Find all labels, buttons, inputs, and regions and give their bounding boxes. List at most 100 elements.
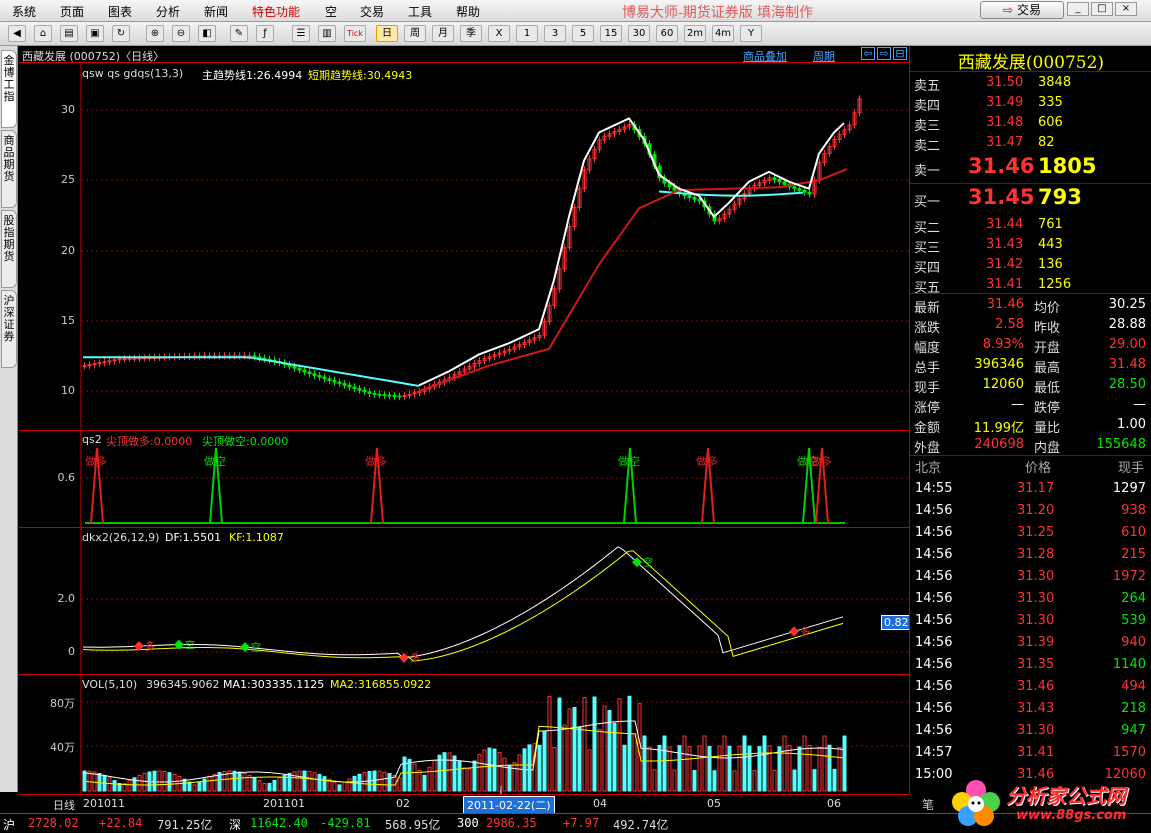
bid-row[interactable]: 买一 31.45 793 bbox=[910, 185, 1151, 213]
dkx2-signal-label: 空 bbox=[643, 556, 653, 569]
sh-label: 沪 bbox=[3, 818, 16, 832]
sz-amount: 568.95亿 bbox=[385, 818, 441, 832]
tick-price: 31.43 bbox=[1017, 701, 1055, 716]
period-2m-button[interactable]: 2m bbox=[684, 25, 706, 42]
bid-row[interactable]: 买三 31.43 443 bbox=[910, 235, 1151, 256]
period-30min-button[interactable]: 30 bbox=[628, 25, 650, 42]
list-icon[interactable]: ☰ bbox=[292, 25, 310, 42]
volume-bar bbox=[587, 749, 592, 792]
sidebar-tab-jinbo[interactable]: 金博工指 bbox=[1, 50, 17, 128]
menu-news[interactable]: 新闻 bbox=[204, 3, 228, 20]
sidebar-tab-sh-sz[interactable]: 沪深证券 bbox=[1, 290, 17, 368]
stat-value: 240698 bbox=[974, 437, 1024, 452]
maximize-button[interactable]: □ bbox=[1091, 2, 1113, 16]
sz-change: -429.81 bbox=[320, 816, 371, 830]
tick-time: 14:56 bbox=[915, 701, 953, 716]
stat-row: 幅度 8.93% 开盘 29.00 bbox=[910, 335, 1151, 356]
home-icon[interactable]: ⌂ bbox=[34, 25, 52, 42]
volume-bar bbox=[597, 728, 602, 792]
refresh-icon[interactable]: ↻ bbox=[112, 25, 130, 42]
ask-row[interactable]: 卖五 31.50 3848 bbox=[910, 73, 1151, 94]
trade-button[interactable]: ⇨ 交易 bbox=[980, 1, 1064, 19]
volume-bar bbox=[252, 777, 257, 792]
chart-icon[interactable]: ▤ bbox=[60, 25, 78, 42]
stat-value: — bbox=[1133, 397, 1146, 412]
window-icon[interactable]: ◧ bbox=[198, 25, 216, 42]
bid-row[interactable]: 买五 31.41 1256 bbox=[910, 275, 1151, 296]
candle-body bbox=[97, 362, 102, 365]
period-4m-button[interactable]: 4m bbox=[712, 25, 734, 42]
quote-stock-name: 西藏发展(000752) bbox=[957, 53, 1105, 73]
ask-row[interactable]: 卖四 31.49 335 bbox=[910, 93, 1151, 114]
ask-price: 31.49 bbox=[986, 95, 1024, 110]
volume-bar bbox=[617, 698, 622, 792]
menu-page[interactable]: 页面 bbox=[60, 3, 84, 20]
volume-bar bbox=[817, 746, 822, 792]
stat-label: 最低 bbox=[1034, 381, 1061, 396]
bid-row[interactable]: 买四 31.42 136 bbox=[910, 255, 1151, 276]
ask-label: 卖一 bbox=[914, 164, 941, 179]
candle-body bbox=[352, 386, 357, 390]
period-week-button[interactable]: 周 bbox=[404, 25, 426, 42]
tick-row: 14:55 31.17 1297 bbox=[910, 479, 1151, 499]
period-1min-button[interactable]: 1 bbox=[516, 25, 538, 42]
kline-chart-area[interactable]: 西藏发展 (000752)〈日线〉 商品叠加 周期 ⇦ ⇨ ⊟ qsw qs g… bbox=[19, 46, 912, 794]
formula-icon[interactable]: ƒ bbox=[256, 25, 274, 42]
zoom-out-icon[interactable]: ⊖ bbox=[172, 25, 190, 42]
menu-special-features[interactable]: 特色功能 bbox=[252, 3, 300, 20]
menu-help[interactable]: 帮助 bbox=[456, 3, 480, 20]
menu-bar: 系统 页面 图表 分析 新闻 特色功能 空 交易 工具 帮助 博易大师-期货证券… bbox=[0, 0, 1151, 22]
sidebar-tab-commodity[interactable]: 商品期货 bbox=[1, 130, 17, 208]
ask-row[interactable]: 卖二 31.47 82 bbox=[910, 133, 1151, 154]
period-quarter-button[interactable]: 季 bbox=[460, 25, 482, 42]
period-x-button[interactable]: X bbox=[488, 25, 510, 42]
close-button[interactable]: × bbox=[1115, 2, 1137, 16]
menu-trade[interactable]: 交易 bbox=[360, 3, 384, 20]
volume-bar bbox=[357, 773, 362, 792]
period-60min-button[interactable]: 60 bbox=[656, 25, 678, 42]
dkx2-signal-diamond bbox=[789, 626, 799, 637]
volume-bar bbox=[127, 779, 132, 792]
tick-button[interactable]: Tick bbox=[344, 25, 366, 42]
period-month-button[interactable]: 月 bbox=[432, 25, 454, 42]
volume-bar bbox=[837, 746, 842, 792]
ask-row[interactable]: 卖三 31.48 606 bbox=[910, 113, 1151, 134]
tick-row: 14:56 31.30 264 bbox=[910, 589, 1151, 609]
candle-body bbox=[82, 365, 87, 368]
menu-empty[interactable]: 空 bbox=[325, 3, 337, 20]
volume-bar bbox=[632, 733, 637, 792]
period-15min-button[interactable]: 15 bbox=[600, 25, 622, 42]
volume-bar bbox=[277, 777, 282, 792]
graph-icon[interactable]: ▥ bbox=[318, 25, 336, 42]
period-day-button[interactable]: 日 bbox=[376, 25, 398, 42]
menu-tools[interactable]: 工具 bbox=[408, 3, 432, 20]
candle-body bbox=[807, 191, 812, 195]
period-3min-button[interactable]: 3 bbox=[544, 25, 566, 42]
stat-value: 29.00 bbox=[1108, 337, 1146, 352]
volume-bar bbox=[412, 763, 417, 792]
menu-chart[interactable]: 图表 bbox=[108, 3, 132, 20]
sidebar-tab-index-futures[interactable]: 股指期货 bbox=[1, 210, 17, 288]
ask-label: 卖四 bbox=[914, 99, 941, 114]
stat-label: 内盘 bbox=[1034, 441, 1061, 456]
volume-bar bbox=[737, 745, 742, 792]
draw-icon[interactable]: ✎ bbox=[230, 25, 248, 42]
minimize-button[interactable]: _ bbox=[1067, 2, 1089, 16]
period-year-button[interactable]: Y bbox=[740, 25, 762, 42]
zoom-in-icon[interactable]: ⊕ bbox=[146, 25, 164, 42]
realtime-icon[interactable]: ▣ bbox=[86, 25, 104, 42]
bid-row[interactable]: 买二 31.44 761 bbox=[910, 215, 1151, 236]
candle-body bbox=[347, 384, 352, 388]
tick-volume: 1972 bbox=[1112, 569, 1146, 584]
main-trend-line bbox=[418, 168, 848, 392]
ask-row[interactable]: 卖一 31.46 1805 bbox=[910, 154, 1151, 182]
back-icon[interactable]: ◀ bbox=[8, 25, 26, 42]
menu-system[interactable]: 系统 bbox=[12, 3, 36, 20]
candle-body bbox=[797, 188, 802, 191]
tick-volume: 539 bbox=[1121, 613, 1146, 628]
menu-analysis[interactable]: 分析 bbox=[156, 3, 180, 20]
bid-volume: 761 bbox=[1038, 217, 1063, 232]
tick-price: 31.25 bbox=[1017, 525, 1055, 540]
period-5min-button[interactable]: 5 bbox=[572, 25, 594, 42]
candle-body bbox=[342, 383, 347, 386]
